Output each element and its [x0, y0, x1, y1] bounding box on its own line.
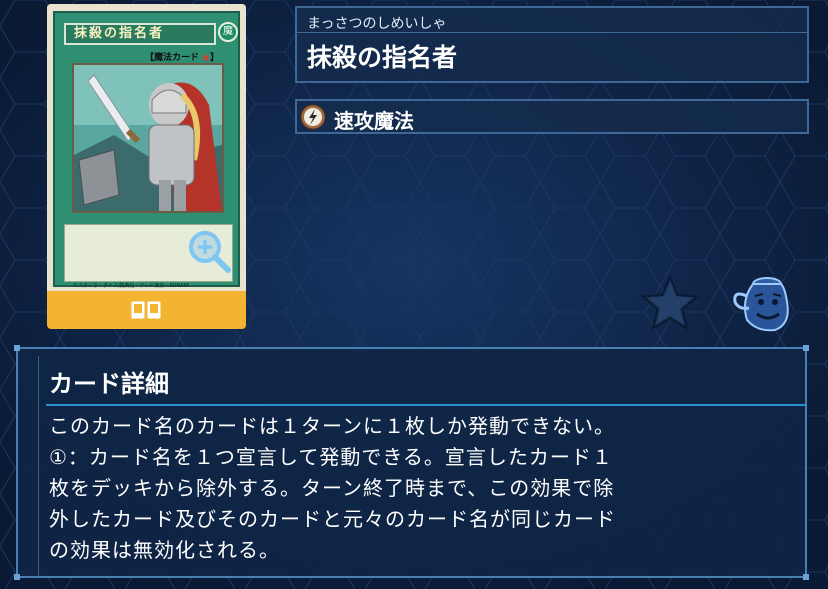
quick-play-spell-icon	[300, 104, 326, 130]
title-underline	[46, 404, 806, 406]
panel-corner	[14, 574, 20, 580]
panel-corner	[803, 345, 809, 351]
card-name: 抹殺の指名者	[307, 43, 458, 72]
detail-inner: カード詳細 このカード名のカードは１ターンに１枚しか発動できない。 ①：カード名…	[38, 356, 810, 577]
star-icon[interactable]	[640, 273, 700, 333]
zoom-in-icon[interactable]	[186, 228, 232, 274]
effect-line: ①：カード名を１つ宣言して発動できる。宣言したカード１	[49, 445, 613, 469]
link-cards-icon[interactable]	[131, 301, 161, 319]
divider	[297, 32, 807, 33]
card-copyright: ©スタジオ・ダイス/集英社・テレビ東京・KONAMI	[73, 283, 190, 289]
detail-title: カード詳細	[49, 370, 169, 398]
pot-of-greed-icon[interactable]	[727, 270, 795, 334]
effect-line: 枚をデッキから除外する。ターン終了時まで、この効果で除	[49, 476, 615, 500]
effect-line: 外したカード及びそのカードと元々のカード名が同じカード	[49, 507, 616, 531]
card-detail-panel: カード詳細 このカード名のカードは１ターンに１枚しか発動できない。 ①：カード名…	[14, 345, 810, 580]
card-footer	[47, 291, 246, 329]
card-plate-type: 【魔法カード ◉】	[145, 53, 220, 63]
card-thumbnail[interactable]: 抹殺の指名者 魔 【魔法カード ◉】 ©スタジオ・ダイス/集英社・テレビ東京・K…	[47, 4, 246, 329]
card-face: 抹殺の指名者 魔 【魔法カード ◉】 ©スタジオ・ダイス/集英社・テレビ東京・K…	[53, 11, 240, 289]
card-effect-text: このカード名のカードは１ターンに１枚しか発動できない。 ①：カード名を１つ宣言し…	[49, 411, 801, 566]
card-frame: 抹殺の指名者 魔 【魔法カード ◉】 ©スタジオ・ダイス/集英社・テレビ東京・K…	[47, 4, 246, 291]
card-artwork	[72, 63, 224, 213]
effect-line: このカード名のカードは１ターンに１枚しか発動できない。	[49, 414, 615, 438]
panel-corner	[14, 345, 20, 351]
spell-attribute-icon: 魔	[218, 22, 238, 42]
card-name-panel: まっさつのしめいしゃ 抹殺の指名者	[295, 6, 809, 83]
card-type-label: 速攻魔法	[334, 109, 414, 133]
effect-line: の効果は無効化される。	[49, 538, 280, 562]
card-name-reading: まっさつのしめいしゃ	[307, 16, 447, 32]
card-type-panel: 速攻魔法	[295, 99, 809, 134]
card-plate-name: 抹殺の指名者	[64, 23, 216, 45]
